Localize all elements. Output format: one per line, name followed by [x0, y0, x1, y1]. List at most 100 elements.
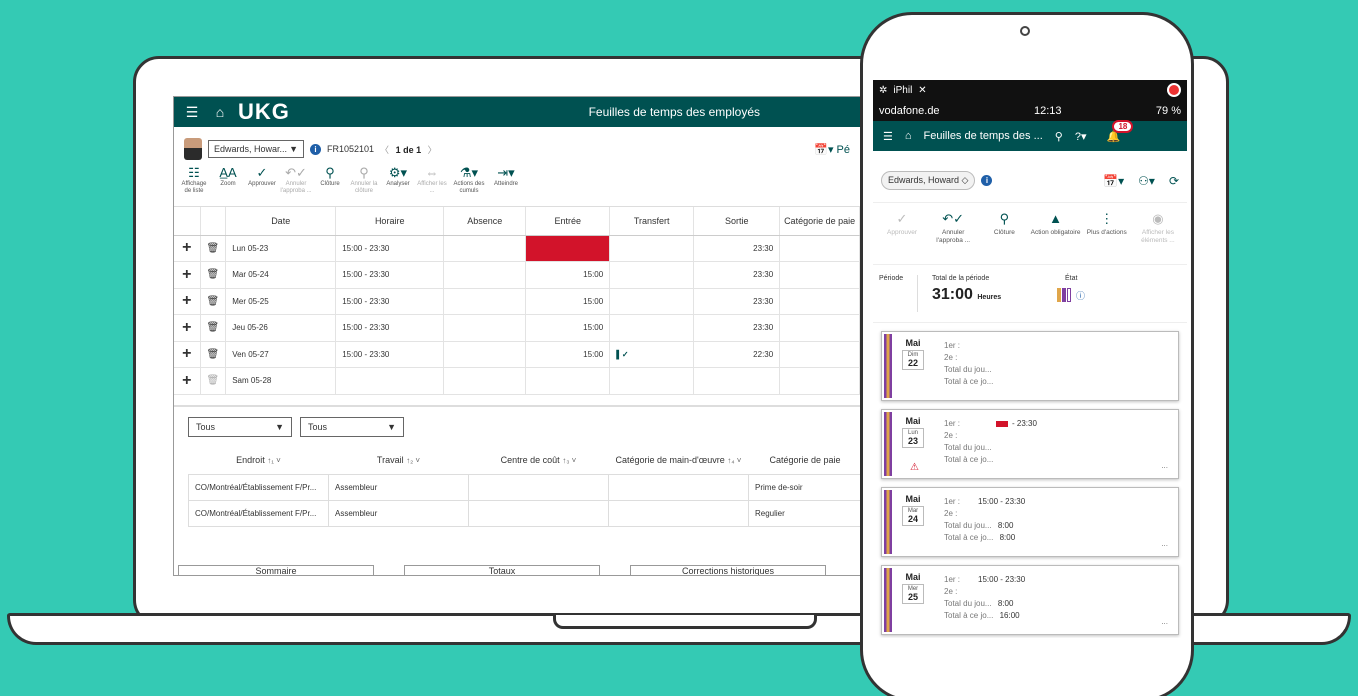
mobile-warning-button[interactable]: ▲ Action obligatoire [1031, 209, 1081, 258]
table-row[interactable]: + 🗑 Sam 05-28 [174, 367, 860, 395]
cell-horaire[interactable]: 15:00 - 23:30 [335, 288, 445, 315]
day-card[interactable]: Mai Lun 23 ⚠ 1er : - 23:30 2e : Total du jou...… [881, 409, 1179, 479]
warning-icon[interactable]: ⚠ [910, 462, 919, 473]
day-card[interactable]: Mai Mer 25 1er : 15:00 - 23:30 2e : Total du j… [881, 565, 1179, 635]
cell-absence[interactable] [443, 261, 527, 289]
table-row[interactable]: CO/Montréal/Établissement F/Pr... Assembl… [188, 474, 860, 501]
cell-transfert[interactable] [609, 288, 695, 315]
cell-horaire[interactable]: 15:00 - 23:30 [335, 341, 445, 368]
table-row[interactable]: + 🗑 Lun 05-23 15:00 - 23:30 23:30 [174, 235, 860, 262]
mobile-employee-select[interactable]: Edwards, Howard ◇ [881, 171, 976, 190]
cell-sortie[interactable]: 23:30 [693, 261, 781, 289]
table-row[interactable]: + 🗑 Ven 05-27 15:00 - 23:30 15:00 ▌✓ 22:30 [174, 341, 860, 368]
info-icon[interactable]: ⓘ [1076, 289, 1085, 302]
add-icon[interactable]: + [174, 367, 201, 395]
cell-horaire[interactable] [335, 367, 445, 395]
trash-icon[interactable]: 🗑 [200, 288, 227, 315]
close-icon[interactable]: ✕ [918, 85, 926, 96]
toolbar-stamp-cancel-button[interactable]: ⚲ Annuler la clôture [348, 165, 380, 195]
cell-entree[interactable] [525, 367, 611, 395]
cell-entree[interactable]: 15:00 [525, 288, 611, 315]
cell-categorie[interactable] [779, 261, 860, 289]
cell-transfert[interactable] [609, 367, 695, 395]
cell-transfert[interactable]: ▌✓ [609, 341, 695, 368]
col-endroit[interactable]: Endroit ↑₁ ˅ [189, 447, 329, 475]
cell-entree[interactable]: 15:00 [525, 261, 611, 289]
toolbar-gear-button[interactable]: ⚙▾ Analyser [382, 165, 414, 188]
cell-entree[interactable]: 15:00 [525, 314, 611, 342]
trash-icon[interactable]: 🗑 [200, 314, 227, 342]
cell-categorie[interactable] [779, 367, 860, 395]
cell-transfert[interactable] [609, 261, 695, 289]
search-icon[interactable]: ⚲ [1055, 130, 1063, 143]
cell-transfert[interactable] [609, 314, 695, 342]
day-card[interactable]: Mai Mar 24 1er : 15:00 - 23:30 2e : Total du j… [881, 487, 1179, 557]
cell-sortie[interactable]: 23:30 [693, 314, 781, 342]
calendar-icon[interactable]: 📅▾ [1103, 174, 1124, 188]
refresh-icon[interactable]: ⟳ [1169, 174, 1179, 188]
trash-icon[interactable]: 🗑 [200, 367, 227, 395]
tab-sommaire[interactable]: Sommaire [178, 565, 374, 575]
table-row[interactable]: CO/Montréal/Établissement F/Pr... Assembl… [188, 500, 860, 527]
cell-absence[interactable] [443, 288, 527, 315]
toolbar-undo-approve-button[interactable]: ↶✓ Annuler l'approba ... [280, 165, 312, 195]
col-travail[interactable]: Travail ↑₂ ˅ [329, 447, 469, 475]
add-icon[interactable]: + [174, 261, 201, 289]
cell-sortie[interactable]: 23:30 [693, 235, 781, 262]
more-icon[interactable]: ... [1161, 617, 1168, 626]
day-card[interactable]: Mai Dim 22 1er : 2e : Total du jou... Total à… [881, 331, 1179, 401]
cell-absence[interactable] [443, 314, 527, 342]
more-icon[interactable]: ... [1161, 539, 1168, 548]
mobile-undo-approve-button[interactable]: ↶✓ Annuler l'approba ... [928, 209, 978, 258]
org-icon[interactable]: ⚇▾ [1138, 174, 1155, 188]
cell-entree[interactable]: 15:00 [525, 341, 611, 368]
home-icon[interactable]: ⌂ [210, 104, 230, 120]
add-icon[interactable]: + [174, 314, 201, 342]
add-icon[interactable]: + [174, 235, 201, 262]
cell-sortie[interactable]: 23:30 [693, 288, 781, 315]
cell-entree[interactable] [525, 235, 611, 262]
cell-categorie[interactable] [779, 235, 860, 262]
table-row[interactable]: + 🗑 Mar 05-24 15:00 - 23:30 15:00 23:30 [174, 261, 860, 289]
cell-categorie[interactable] [779, 341, 860, 368]
filter-select-2[interactable]: Tous ▼ [300, 416, 404, 437]
cell-categorie[interactable] [779, 314, 860, 342]
mobile-check-button[interactable]: ✓ Approuver [877, 209, 927, 258]
tab-totaux[interactable]: Totaux [404, 565, 600, 575]
cell-absence[interactable] [443, 367, 527, 395]
cell-horaire[interactable]: 15:00 - 23:30 [335, 261, 445, 289]
period-selector[interactable]: 📅▾ Pé [814, 143, 850, 156]
cell-absence[interactable] [443, 235, 527, 262]
cell-categorie[interactable] [779, 288, 860, 315]
add-icon[interactable]: + [174, 288, 201, 315]
mobile-stamp-button[interactable]: ⚲ Clôture [979, 209, 1029, 258]
prev-icon[interactable]: 〈 [380, 145, 389, 155]
mobile-view-button[interactable]: ◉ Afficher les éléments ... [1133, 209, 1183, 258]
cell-horaire[interactable]: 15:00 - 23:30 [335, 235, 445, 262]
home-icon[interactable]: ⌂ [905, 130, 912, 142]
bell-icon[interactable]: 🔔 18 [1106, 119, 1134, 143]
col-centre[interactable]: Centre de coût ↑₃ ˅ [469, 447, 609, 475]
more-icon[interactable]: ... [1161, 461, 1168, 470]
cell-transfert[interactable] [609, 235, 695, 262]
toolbar-stamp-button[interactable]: ⚲ Clôture [314, 165, 346, 188]
toolbar-text-size-button[interactable]: A̲A Zoom [212, 165, 244, 188]
tab-corrections[interactable]: Corrections historiques [630, 565, 826, 575]
record-icon[interactable] [1167, 83, 1181, 97]
mobile-more-button[interactable]: ⋮ Plus d'actions [1082, 209, 1132, 258]
table-row[interactable]: + 🗑 Jeu 05-26 15:00 - 23:30 15:00 23:30 [174, 314, 860, 342]
menu-icon[interactable]: ☰ [182, 104, 202, 121]
toolbar-check-button[interactable]: ✓ Approuver [246, 165, 278, 188]
cell-absence[interactable] [443, 341, 527, 368]
info-icon[interactable]: i [981, 175, 993, 186]
add-icon[interactable]: + [174, 341, 201, 368]
toolbar-cumul-button[interactable]: ⚗▾ Actions des cumuls [450, 165, 488, 195]
next-icon[interactable]: 〉 [428, 145, 437, 155]
menu-icon[interactable]: ☰ [883, 130, 893, 143]
toolbar-list-button[interactable]: ☷ Affichage de liste [178, 165, 210, 195]
employee-select[interactable]: Edwards, Howar... ▼ [208, 140, 304, 158]
cell-horaire[interactable]: 15:00 - 23:30 [335, 314, 445, 342]
info-icon[interactable]: i [310, 143, 321, 155]
col-main-oeuvre[interactable]: Catégorie de main-d'œuvre ↑₄ ˅ [609, 447, 749, 475]
trash-icon[interactable]: 🗑 [200, 261, 227, 289]
